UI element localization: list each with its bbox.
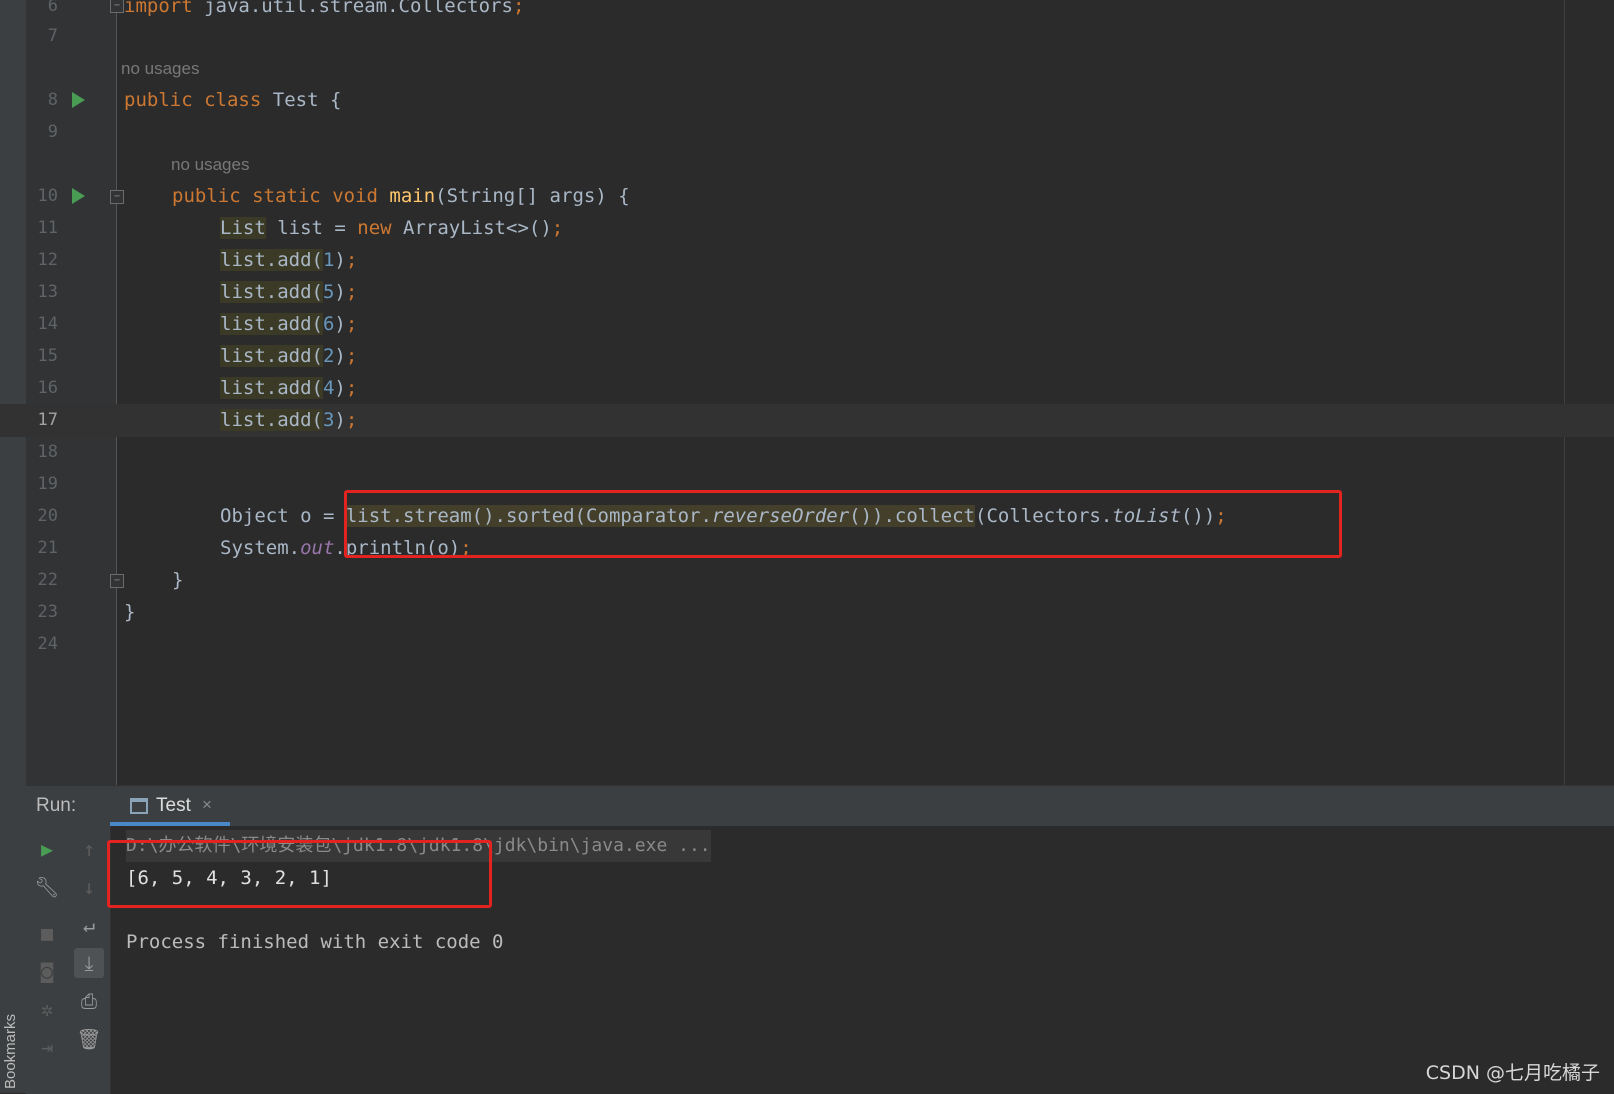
trash-icon[interactable]: 🗑︎ — [74, 1024, 104, 1054]
code-text: list.add(1); — [220, 249, 358, 271]
code-line: 24 — [0, 628, 1614, 661]
line-number: 8 — [47, 90, 58, 110]
fold-icon[interactable]: − — [110, 574, 124, 588]
wrench-icon[interactable]: 🔧︎ — [32, 872, 62, 902]
line-number: 14 — [37, 314, 58, 334]
code-text: list.add(2); — [220, 345, 358, 367]
line-number: 24 — [37, 634, 58, 654]
usages-hint[interactable]: no usages — [121, 52, 199, 85]
login-icon[interactable]: ⇥ — [32, 1032, 62, 1062]
line-number: 11 — [37, 218, 58, 238]
code-line: 8 public class Test { — [0, 84, 1614, 117]
down-arrow-icon[interactable]: ↓ — [74, 872, 104, 902]
watermark: CSDN @七月吃橘子 — [1425, 1062, 1600, 1084]
scroll-to-end-icon[interactable]: ⤓ — [74, 948, 104, 978]
code-line: 12 list.add(1); — [0, 244, 1614, 277]
usages-hint[interactable]: no usages — [171, 148, 249, 181]
print-icon[interactable]: ⎙ — [74, 986, 104, 1016]
code-text: } — [172, 569, 184, 591]
run-label: Run: — [36, 795, 77, 816]
fold-icon[interactable]: − — [110, 190, 124, 204]
console-exit-line: Process finished with exit code 0 — [126, 931, 504, 953]
code-text: list.add(5); — [220, 281, 358, 303]
line-number: 20 — [37, 506, 58, 526]
code-text: list.add(3); — [220, 409, 358, 431]
close-icon[interactable]: × — [202, 795, 212, 815]
code-line: 10 − public static void main(String[] ar… — [0, 180, 1614, 213]
run-toolbar-primary: ▶ 🔧︎ ■ ◙ ✲ ⇥ — [26, 826, 68, 1094]
code-line: 22 − } — [0, 564, 1614, 597]
line-number: 19 — [37, 474, 58, 494]
code-text: public class Test { — [124, 89, 342, 111]
camera-icon[interactable]: ◙ — [32, 956, 62, 986]
run-icon[interactable]: ▶ — [32, 834, 62, 864]
line-number: 18 — [37, 442, 58, 462]
code-highlight-box — [344, 490, 1342, 558]
tab-label: Test — [156, 795, 191, 816]
run-panel: Run: Test × ▶ 🔧︎ ■ ◙ ✲ ⇥ ↑ ↓ ↵ ⤓ ⎙ 🗑︎ D:… — [26, 785, 1614, 1094]
line-number: 9 — [47, 122, 58, 142]
code-text: public static void main(String[] args) { — [172, 185, 630, 207]
run-toolbar-secondary: ↑ ↓ ↵ ⤓ ⎙ 🗑︎ — [68, 826, 111, 1094]
up-arrow-icon[interactable]: ↑ — [74, 834, 104, 864]
code-line: 18 — [0, 436, 1614, 469]
soft-wrap-icon[interactable]: ↵ — [74, 910, 104, 940]
line-number: 23 — [37, 602, 58, 622]
output-highlight-box — [107, 840, 492, 908]
run-gutter-icon[interactable] — [72, 188, 85, 204]
line-number: 21 — [37, 538, 58, 558]
code-line: 14 list.add(6); — [0, 308, 1614, 341]
code-line: 11 List list = new ArrayList<>(); — [0, 212, 1614, 245]
code-line: 23 } — [0, 596, 1614, 629]
line-number: 15 — [37, 346, 58, 366]
code-line: 16 list.add(4); — [0, 372, 1614, 405]
tab-test[interactable]: Test × — [104, 786, 232, 826]
code-text: list.add(4); — [220, 377, 358, 399]
bookmarks-tab[interactable]: Bookmarks — [2, 1014, 19, 1089]
line-number: 10 — [37, 186, 58, 206]
line-number: 12 — [37, 250, 58, 270]
code-line: 13 list.add(5); — [0, 276, 1614, 309]
code-text: } — [124, 601, 136, 623]
stop-icon[interactable]: ■ — [32, 918, 62, 948]
code-text: List list = new ArrayList<>(); — [220, 217, 564, 239]
line-number: 7 — [47, 26, 58, 46]
code-line: 7 — [0, 20, 1614, 53]
line-number: 13 — [37, 282, 58, 302]
code-line: 9 — [0, 116, 1614, 149]
run-gutter-icon[interactable] — [72, 92, 85, 108]
line-number: 17 — [37, 410, 58, 430]
code-text: list.add(6); — [220, 313, 358, 335]
window-icon — [130, 798, 148, 814]
line-number: 16 — [37, 378, 58, 398]
line-number: 22 — [37, 570, 58, 590]
code-line: 15 list.add(2); — [0, 340, 1614, 373]
code-line-current: 17 list.add(3); — [0, 404, 1614, 437]
fold-icon[interactable]: − — [110, 0, 124, 13]
settings-bug-icon[interactable]: ✲ — [32, 994, 62, 1024]
run-header: Run: Test × — [26, 786, 1614, 826]
